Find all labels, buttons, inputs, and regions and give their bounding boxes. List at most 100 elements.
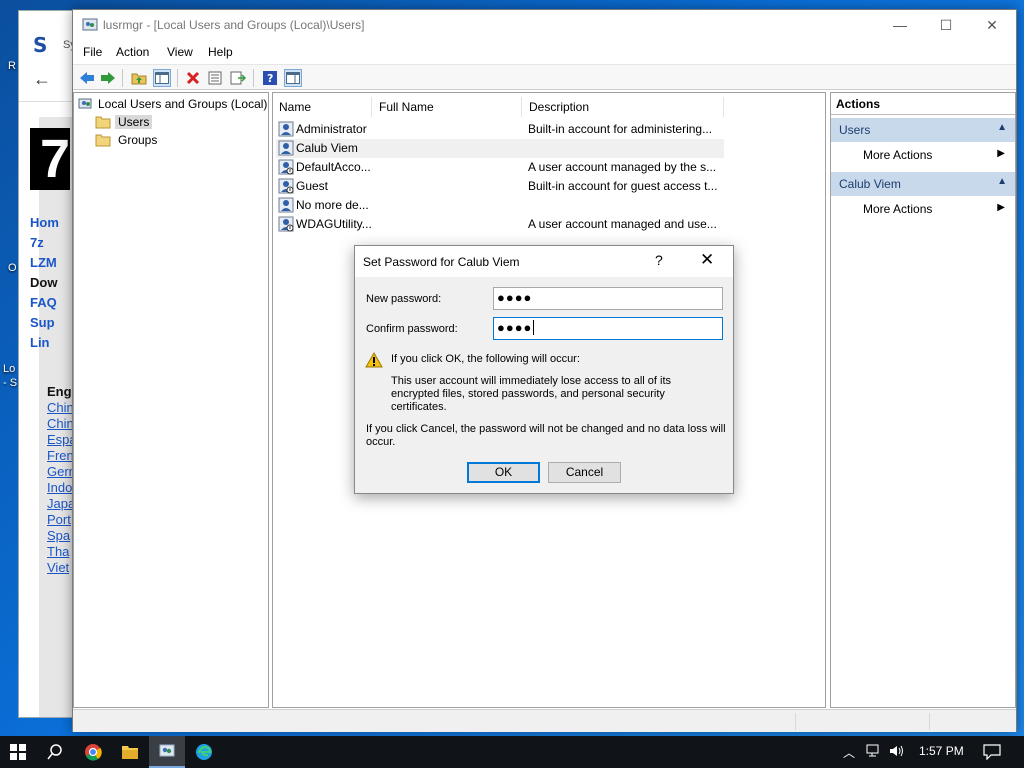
taskbar: ︿ 1:57 PM	[0, 736, 1024, 768]
toolbar: ?	[73, 64, 1016, 90]
disabled-user-icon	[278, 159, 294, 175]
help-icon[interactable]: ?	[261, 69, 279, 87]
more-actions-users[interactable]: More Actions ▶	[831, 144, 1015, 166]
dialog-close-icon[interactable]: ✕	[700, 250, 714, 270]
table-row[interactable]: No more de...	[276, 196, 724, 215]
ok-button[interactable]: OK	[467, 462, 540, 483]
forward-icon[interactable]	[99, 69, 117, 87]
desktop-icon-label[interactable]: Lo	[3, 363, 15, 375]
disabled-user-icon	[278, 178, 294, 194]
row-name: WDAGUtility...	[296, 217, 372, 231]
dialog-title-bar[interactable]: Set Password for Calub Viem ? ✕	[355, 246, 733, 277]
warning-icon	[365, 352, 383, 368]
start-icon[interactable]	[0, 736, 36, 768]
table-row[interactable]: Guest Built-in account for guest access …	[276, 177, 724, 196]
back-arrow-icon[interactable]: ←	[33, 69, 51, 90]
actions-section-users[interactable]: Users ▲	[831, 118, 1015, 142]
row-description: A user account managed and use...	[528, 217, 717, 231]
site-logo: S	[33, 33, 57, 57]
export-list-icon[interactable]	[229, 69, 247, 87]
users-app-icon	[82, 18, 98, 31]
tree-item-users[interactable]: Users	[95, 113, 153, 131]
actions-pane: Actions Users ▲ More Actions ▶ Calub Vie…	[830, 92, 1016, 708]
chrome-icon[interactable]	[75, 736, 111, 768]
tree-root-label: Local Users and Groups (Local)	[98, 97, 268, 111]
tree-item-label: Groups	[118, 133, 158, 147]
help-button[interactable]: ?	[655, 252, 663, 268]
menu-file[interactable]: File	[83, 45, 102, 59]
maximize-icon[interactable]: ☐	[923, 10, 969, 40]
lusrmgr-taskbar-icon[interactable]	[149, 736, 185, 768]
search-icon[interactable]	[37, 736, 73, 768]
menu-bar: File Action View Help	[73, 41, 1016, 63]
nav-link[interactable]: Sup	[30, 315, 72, 330]
folder-icon	[95, 134, 111, 147]
table-row[interactable]: Administrator Built-in account for admin…	[276, 120, 724, 139]
warning-heading: If you click OK, the following will occu…	[391, 353, 580, 365]
minimize-icon[interactable]: —	[877, 10, 923, 40]
table-row[interactable]: DefaultAcco... A user account managed by…	[276, 158, 724, 177]
volume-icon[interactable]	[889, 744, 905, 761]
tree-item-groups[interactable]: Groups	[95, 131, 157, 149]
nav-link[interactable]: Dow	[30, 275, 72, 290]
row-name: Guest	[296, 179, 329, 193]
window-title: lusrmgr - [Local Users and Groups (Local…	[103, 18, 365, 32]
nav-link[interactable]: Hom	[30, 215, 72, 230]
row-description: Built-in account for administering...	[528, 122, 713, 136]
menu-action[interactable]: Action	[116, 45, 149, 59]
menu-help[interactable]: Help	[208, 45, 233, 59]
up-folder-icon[interactable]	[130, 69, 148, 87]
section-title: Calub Viem	[839, 177, 901, 191]
tray-chevron-icon[interactable]: ︿	[843, 744, 855, 761]
desktop-icon-label[interactable]: - S	[3, 377, 17, 389]
column-header-description[interactable]: Description	[523, 96, 589, 118]
more-actions-user[interactable]: More Actions ▶	[831, 198, 1015, 220]
user-icon	[278, 197, 294, 213]
tree-root[interactable]: Local Users and Groups (Local)	[78, 95, 267, 113]
dialog-title: Set Password for Calub Viem	[363, 255, 520, 269]
clock[interactable]: 1:57 PM	[919, 744, 964, 758]
table-row[interactable]: Calub Viem	[276, 139, 724, 158]
cancel-button[interactable]: Cancel	[548, 462, 621, 483]
back-icon[interactable]	[78, 69, 96, 87]
computer-users-icon	[78, 98, 92, 109]
close-icon[interactable]: ✕	[969, 10, 1015, 40]
tree-item-label: Users	[115, 115, 153, 129]
properties-icon[interactable]	[206, 69, 224, 87]
status-bar	[73, 709, 1016, 732]
user-icon	[278, 140, 294, 156]
network-icon[interactable]	[866, 744, 882, 761]
warning-body: This user account will immediately lose …	[391, 375, 671, 413]
table-row[interactable]: WDAGUtility... A user account managed an…	[276, 215, 724, 234]
confirm-password-field[interactable]: ●●●●	[493, 317, 723, 340]
more-actions-label: More Actions	[863, 202, 933, 216]
title-bar[interactable]: lusrmgr - [Local Users and Groups (Local…	[73, 10, 1016, 41]
nav-link[interactable]: FAQ	[30, 295, 72, 310]
edge-icon[interactable]	[186, 736, 222, 768]
notifications-icon[interactable]	[983, 744, 1001, 763]
file-explorer-icon[interactable]	[112, 736, 148, 768]
collapse-icon[interactable]: ▲	[997, 122, 1007, 133]
nav-link[interactable]: 7z	[30, 235, 72, 250]
nav-link[interactable]: LZM	[30, 255, 72, 270]
user-icon	[278, 121, 294, 137]
show-hide-tree-icon[interactable]	[153, 69, 171, 87]
actions-section-user[interactable]: Calub Viem ▲	[831, 172, 1015, 196]
row-name: DefaultAcco...	[296, 160, 371, 174]
confirm-password-label: Confirm password:	[366, 323, 458, 335]
column-header-name[interactable]: Name	[273, 96, 311, 118]
collapse-icon[interactable]: ▲	[997, 176, 1007, 187]
menu-view[interactable]: View	[167, 45, 193, 59]
delete-icon[interactable]	[184, 69, 202, 87]
row-description: Built-in account for guest access t...	[528, 179, 718, 193]
confirm-password-value: ●●●●	[497, 320, 533, 335]
desktop-icon-label[interactable]: R	[8, 60, 16, 72]
more-actions-label: More Actions	[863, 148, 933, 162]
column-header-full-name[interactable]: Full Name	[373, 96, 434, 118]
action-pane-icon[interactable]	[284, 69, 302, 87]
new-password-field[interactable]: ●●●●	[493, 287, 723, 310]
nav-link[interactable]: Lin	[30, 335, 72, 350]
section-title: Users	[839, 123, 871, 137]
folder-icon	[95, 116, 111, 129]
desktop-icon-label[interactable]: O	[8, 262, 17, 274]
